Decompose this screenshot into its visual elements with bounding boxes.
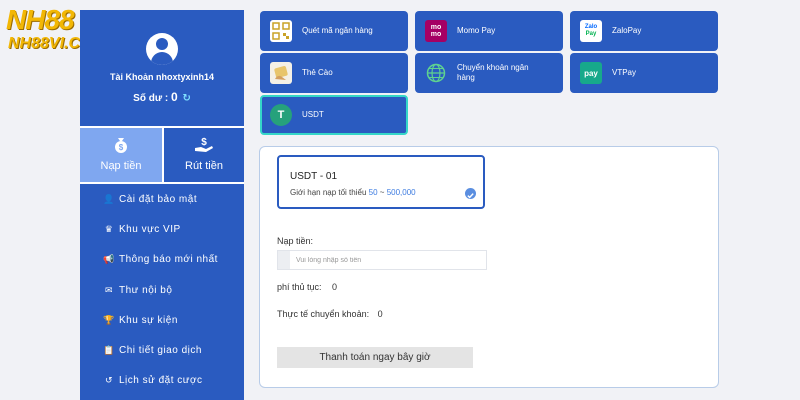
payment-method-label: ZaloPay [612,26,642,35]
hand-dollar-icon: $ [164,136,244,159]
svg-text:$: $ [201,137,207,148]
history-icon: ↺ [104,375,114,386]
globe-icon [425,62,447,84]
payment-method-zalopay[interactable]: Zalo Pay ZaloPay [570,11,718,51]
payment-method-label: Thẻ Cào [302,68,333,77]
account-menu: 👤 Cài đặt bảo mật ♛ Khu vực VIP 📢 Thông báo… [80,184,244,396]
channel-title: USDT - 01 [290,171,338,182]
pay-now-button[interactable]: Thanh toán ngay bây giờ [277,347,473,368]
sidebar: Tài Khoản nhoxtyxinh14 Số dư : 0 ↻ $ Nạp… [80,10,244,400]
payment-method-label: Momo Pay [457,26,496,35]
menu-bet-history[interactable]: ↺ Lịch sử đặt cược [80,366,244,396]
zalopay-icon: Zalo Pay [580,20,602,42]
svg-text:$: $ [119,143,124,152]
amount-input[interactable] [290,251,486,269]
payment-method-label: Chuyển khoản ngân hàng [457,63,529,82]
deposit-panel: USDT - 01 Giới hạn nạp tối thiểu 50 ~ 50… [259,146,719,388]
menu-vip-area[interactable]: ♛ Khu vực VIP [80,214,244,244]
payment-method-bank-qr[interactable]: Quét mã ngân hàng [260,11,408,51]
envelope-icon: ✉ [104,284,114,295]
actual-transfer-value: 0 [377,309,383,319]
tab-deposit[interactable]: $ Nạp tiền [80,128,162,182]
scratch-card-icon [270,62,292,84]
menu-security-settings[interactable]: 👤 Cài đặt bảo mật [80,184,244,214]
tab-deposit-label: Nạp tiền [100,160,142,172]
payment-method-label: Quét mã ngân hàng [302,26,373,35]
profile-section: Tài Khoản nhoxtyxinh14 Số dư : 0 ↻ [80,10,244,126]
refresh-icon[interactable]: ↻ [182,93,190,104]
payment-method-scratch-card[interactable]: Thẻ Cào [260,53,408,93]
fee-row: phí thủ tục: 0 [277,282,337,292]
menu-latest-notices[interactable]: 📢 Thông báo mới nhất [80,245,244,275]
payment-method-label: VTPay [612,68,637,77]
megaphone-icon: 📢 [103,254,115,265]
limit-max: 500,000 [386,188,416,197]
qr-code-icon [270,20,292,42]
payment-method-momo[interactable]: mo mo Momo Pay [415,11,563,51]
menu-events[interactable]: 🏆 Khu sự kiện [80,305,244,335]
trophy-icon: 🏆 [103,314,115,325]
actual-transfer-label: Thực tế chuyển khoản: [277,309,370,319]
check-icon [465,188,476,199]
momo-icon: mo mo [425,20,447,42]
vtpay-icon: pay [580,62,602,84]
account-name: Tài Khoản nhoxtyxinh14 [109,72,214,82]
fee-label: phí thủ tục: [277,282,322,292]
amount-input-wrapper [277,250,487,270]
clipboard-icon: 📋 [103,345,115,356]
payment-method-usdt[interactable]: T USDT [260,95,408,135]
balance-label: Số dư : [133,93,169,104]
payment-method-vtpay[interactable]: pay VTPay [570,53,718,93]
tether-icon: T [270,104,292,126]
amount-label: Nạp tiền: [277,236,314,246]
tab-withdraw-label: Rút tiền [185,160,223,172]
deposit-withdraw-tabs: $ Nạp tiền $ Rút tiền [80,126,244,184]
menu-transaction-details[interactable]: 📋 Chi tiết giao dịch [80,335,244,365]
logo-text: NH88 [6,4,75,35]
tab-withdraw[interactable]: $ Rút tiền [162,128,244,182]
actual-transfer-row: Thực tế chuyển khoản: 0 [277,309,383,319]
payment-method-label: USDT [302,110,324,119]
limit-min: 50 [368,188,378,197]
money-bag-icon: $ [80,136,162,159]
user-lock-icon: 👤 [103,193,115,204]
payment-method-bank-transfer[interactable]: Chuyển khoản ngân hàng [415,53,563,93]
crown-icon: ♛ [104,223,114,234]
balance-row: Số dư : 0 ↻ [80,90,244,104]
menu-inbox[interactable]: ✉ Thư nội bộ [80,275,244,305]
balance-value: 0 [170,90,178,104]
usdt-channel-card[interactable]: USDT - 01 Giới hạn nạp tối thiểu 50 ~ 50… [277,155,485,209]
input-addon [278,251,290,269]
channel-limit: Giới hạn nạp tối thiểu 50 ~ 500,000 [290,188,416,197]
fee-value: 0 [332,282,338,292]
avatar-icon [146,33,178,65]
